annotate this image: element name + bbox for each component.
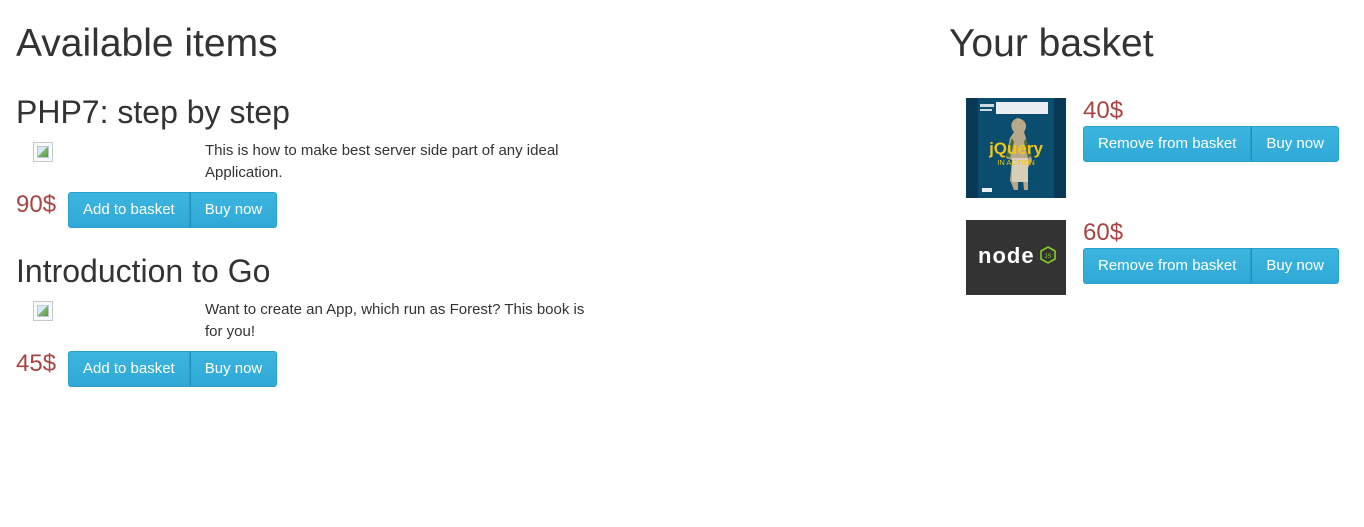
basket-item-jquery: jQuery IN ACTION 40$ Remove from basket …: [966, 98, 1346, 198]
add-to-basket-button[interactable]: Add to basket: [68, 351, 190, 387]
node-logo: node JS: [966, 220, 1066, 295]
buy-now-button[interactable]: Buy now: [1251, 126, 1339, 162]
product-actions: Add to basket Buy now: [68, 192, 278, 228]
product-media: This is how to make best server side par…: [16, 142, 616, 188]
remove-from-basket-button[interactable]: Remove from basket: [1083, 248, 1252, 284]
product-actions: Add to basket Buy now: [68, 351, 278, 387]
basket-item-price: 60$: [1083, 219, 1124, 246]
basket-item-actions: Remove from basket Buy now: [1083, 248, 1339, 284]
shop-page: Available items PHP7: step by step This …: [0, 0, 1364, 527]
remove-from-basket-button[interactable]: Remove from basket: [1083, 126, 1252, 162]
node-logo-js: JS: [1044, 254, 1051, 260]
product-media: Want to create an App, which run as Fore…: [16, 301, 616, 347]
basket-title: Your basket: [949, 22, 1154, 65]
product-price: 45$: [16, 350, 57, 377]
product-title: PHP7: step by step: [16, 94, 290, 130]
basket-item-price: 40$: [1083, 97, 1124, 124]
basket-item-actions: Remove from basket Buy now: [1083, 126, 1339, 162]
product-description: Want to create an App, which run as Fore…: [205, 301, 585, 340]
jquery-book-cover: jQuery IN ACTION: [966, 98, 1066, 198]
node-logo-text: node: [978, 243, 1035, 268]
product-item-go: Introduction to Go Want to create an App…: [16, 253, 616, 387]
broken-image-icon: [33, 301, 53, 321]
product-item-php7: PHP7: step by step This is how to make b…: [16, 94, 616, 228]
product-price-row: 90$ Add to basket Buy now: [16, 192, 616, 228]
product-price: 90$: [16, 191, 57, 218]
jquery-cover-subtitle: IN ACTION: [997, 158, 1035, 167]
jquery-cover-title: jQuery: [988, 139, 1043, 158]
buy-now-button[interactable]: Buy now: [1251, 248, 1339, 284]
buy-now-button[interactable]: Buy now: [189, 192, 278, 228]
basket-item-node: node JS 60$ Remove from basket Buy now: [966, 220, 1346, 320]
product-description: This is how to make best server side par…: [205, 142, 559, 181]
available-items-title: Available items: [16, 22, 278, 65]
product-price-row: 45$ Add to basket Buy now: [16, 351, 616, 387]
add-to-basket-button[interactable]: Add to basket: [68, 192, 190, 228]
product-title: Introduction to Go: [16, 253, 271, 289]
broken-image-icon: [33, 142, 53, 162]
buy-now-button[interactable]: Buy now: [189, 351, 278, 387]
